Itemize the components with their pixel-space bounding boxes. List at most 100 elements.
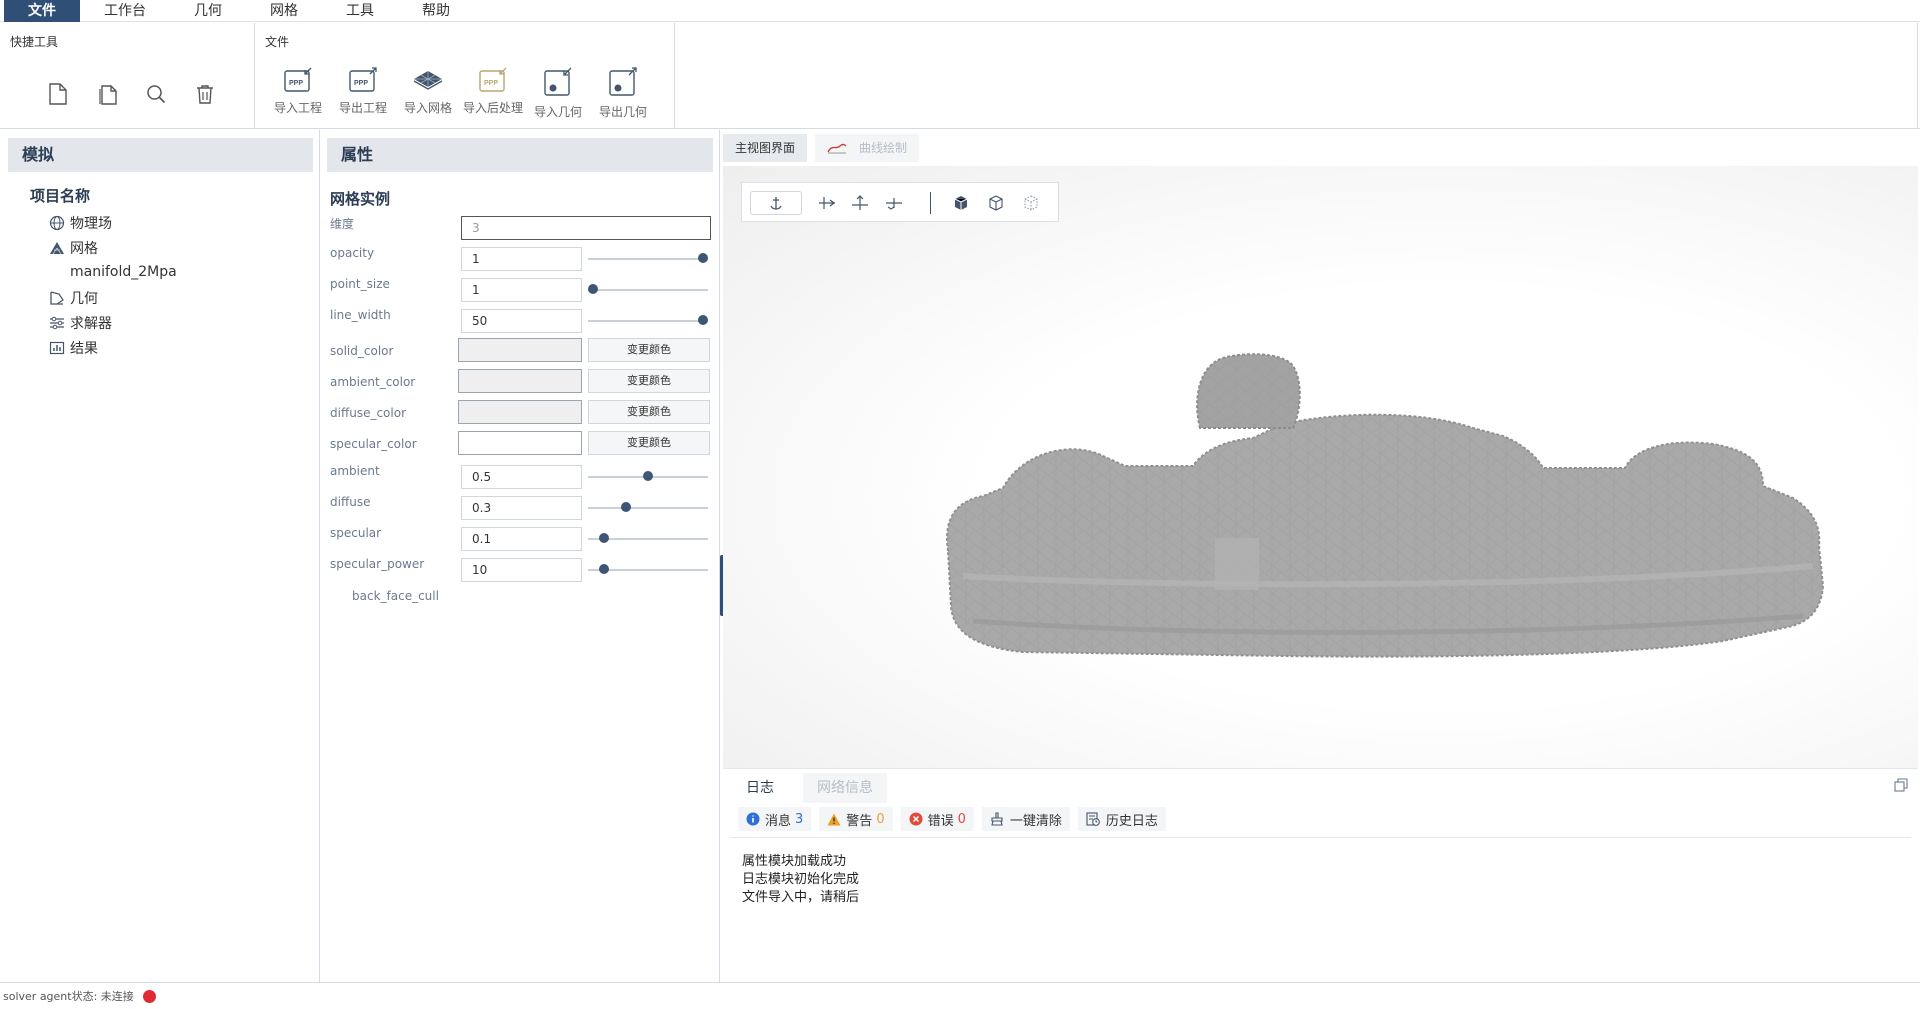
new-file-icon[interactable] [44,80,72,108]
opacity-label: opacity [330,246,375,260]
slider-knob[interactable] [599,564,609,574]
tree-item-results[interactable]: 结果 [30,335,177,360]
info-filter-button[interactable]: 消息 3 [738,807,812,831]
line-width-slider[interactable] [588,315,708,325]
view-z-button[interactable] [881,191,907,215]
point-size-field[interactable]: 1 [461,278,582,302]
menu-geometry[interactable]: 几何 [170,0,246,22]
status-bar: solver agent状态: 未连接 [0,982,1920,1009]
slider-knob[interactable] [599,533,609,543]
diffuse-color-change-button[interactable]: 变更颜色 [588,400,710,424]
import-geometry-button[interactable]: 导入几何 [527,67,589,123]
prop-row-back-face-cull: back_face_cull [330,587,710,613]
restore-window-icon[interactable] [1894,777,1908,796]
slider-knob[interactable] [698,315,708,325]
error-count: 0 [957,811,966,827]
tree-item-solver[interactable]: 求解器 [30,310,177,335]
tree-item-geometry[interactable]: 几何 [30,285,177,310]
diffuse-slider[interactable] [588,502,708,512]
tab-curve-plot[interactable]: 曲线绘制 [815,134,920,162]
3d-viewport[interactable] [723,166,1918,768]
diffuse-color-label: diffuse_color [330,406,407,420]
prop-row-solid-color: solid_color 变更颜色 [330,338,710,364]
line-width-field[interactable]: 50 [461,309,582,333]
quick-tools-group: 快捷工具 [0,23,255,129]
trash-icon[interactable] [191,80,219,108]
specular-power-field[interactable]: 10 [461,558,582,582]
clear-all-button[interactable]: 一键清除 [981,807,1070,831]
import-postprocess-button[interactable]: PPP 导入后处理 [462,67,524,123]
log-line: 属性模块加载成功 [742,854,847,869]
import-geometry-label: 导入几何 [533,105,582,119]
import-project-button[interactable]: PPP 导入工程 [267,67,329,123]
wireframe-view-button[interactable] [983,191,1009,215]
specular-power-label: specular_power [330,557,425,571]
diffuse-label: diffuse [330,495,371,509]
points-view-button[interactable] [1018,191,1044,215]
menu-help[interactable]: 帮助 [398,0,474,22]
log-filter-bar: 消息 3 警告 0 错误 0 一键清除 历史日志 [738,807,1174,831]
tree-root-project[interactable]: 项目名称 [30,185,177,206]
prop-row-dimension: 维度 3 [330,213,711,240]
import-project-icon: PPP [284,67,312,92]
warning-filter-button[interactable]: 警告 0 [819,807,893,831]
ambient-slider[interactable] [588,471,708,481]
globe-icon [48,214,66,232]
menu-file[interactable]: 文件 [4,0,80,22]
prop-row-specular: specular 0.1 [330,524,710,551]
search-icon[interactable] [142,80,170,108]
solid-color-swatch [458,338,582,362]
history-log-button[interactable]: 历史日志 [1077,807,1166,831]
opacity-slider[interactable] [588,253,708,263]
toolbar-divider [930,192,931,214]
history-log-label: 历史日志 [1105,813,1158,829]
mesh-icon [48,239,66,257]
tab-main-view[interactable]: 主视图界面 [723,134,808,162]
prop-row-diffuse-color: diffuse_color 变更颜色 [330,400,710,426]
point-size-slider[interactable] [588,284,708,294]
menu-mesh[interactable]: 网格 [246,0,322,22]
specular-power-slider[interactable] [588,564,708,574]
ribbon-empty-area [675,23,1918,129]
solid-color-change-button[interactable]: 变更颜色 [588,338,710,362]
view-x-button[interactable] [813,191,839,215]
surface-view-button[interactable] [948,191,974,215]
prop-row-specular-power: specular_power 10 [330,555,710,582]
connection-status-dot [142,989,156,1003]
error-filter-button[interactable]: 错误 0 [900,807,974,831]
import-mesh-button[interactable]: 导入网格 [397,67,459,123]
prop-row-specular-color: specular_color 变更颜色 [330,431,710,457]
slider-knob[interactable] [621,502,631,512]
tab-log[interactable]: 日志 [732,773,788,803]
diffuse-field[interactable]: 0.3 [461,496,582,520]
tree-item-physics[interactable]: 物理场 [30,210,177,235]
broom-icon [991,812,1003,826]
log-line: 文件导入中，请稍后 [742,890,860,905]
specular-color-label: specular_color [330,437,417,451]
tree-item-mesh[interactable]: 网格 [30,235,177,260]
export-geometry-button[interactable]: 导出几何 [592,67,654,123]
opacity-field[interactable]: 1 [461,247,582,271]
view-y-button[interactable] [847,191,873,215]
tab-network-info[interactable]: 网络信息 [803,773,887,803]
specular-color-change-button[interactable]: 变更颜色 [588,431,710,455]
menu-tools[interactable]: 工具 [322,0,398,22]
slider-knob[interactable] [698,253,708,263]
simulation-header: 模拟 [8,138,313,172]
back-face-cull-label[interactable]: back_face_cull [352,589,439,603]
tree-item-mesh-instance[interactable]: manifold_2Mpa [30,260,177,285]
copy-file-icon[interactable] [94,80,122,108]
menu-workbench[interactable]: 工作台 [80,0,170,22]
prop-row-ambient: ambient 0.5 [330,462,710,489]
export-project-button[interactable]: PPP 导出工程 [332,67,394,123]
axes-anchor-button[interactable] [750,191,802,215]
cube-solid-icon [954,196,968,210]
slider-knob[interactable] [588,284,598,294]
specular-field[interactable]: 0.1 [461,527,582,551]
slider-knob[interactable] [643,471,653,481]
ambient-color-change-button[interactable]: 变更颜色 [588,369,710,393]
dimension-field[interactable]: 3 [461,216,711,240]
ambient-label: ambient [330,464,380,478]
ambient-field[interactable]: 0.5 [461,465,582,489]
specular-slider[interactable] [588,533,708,543]
